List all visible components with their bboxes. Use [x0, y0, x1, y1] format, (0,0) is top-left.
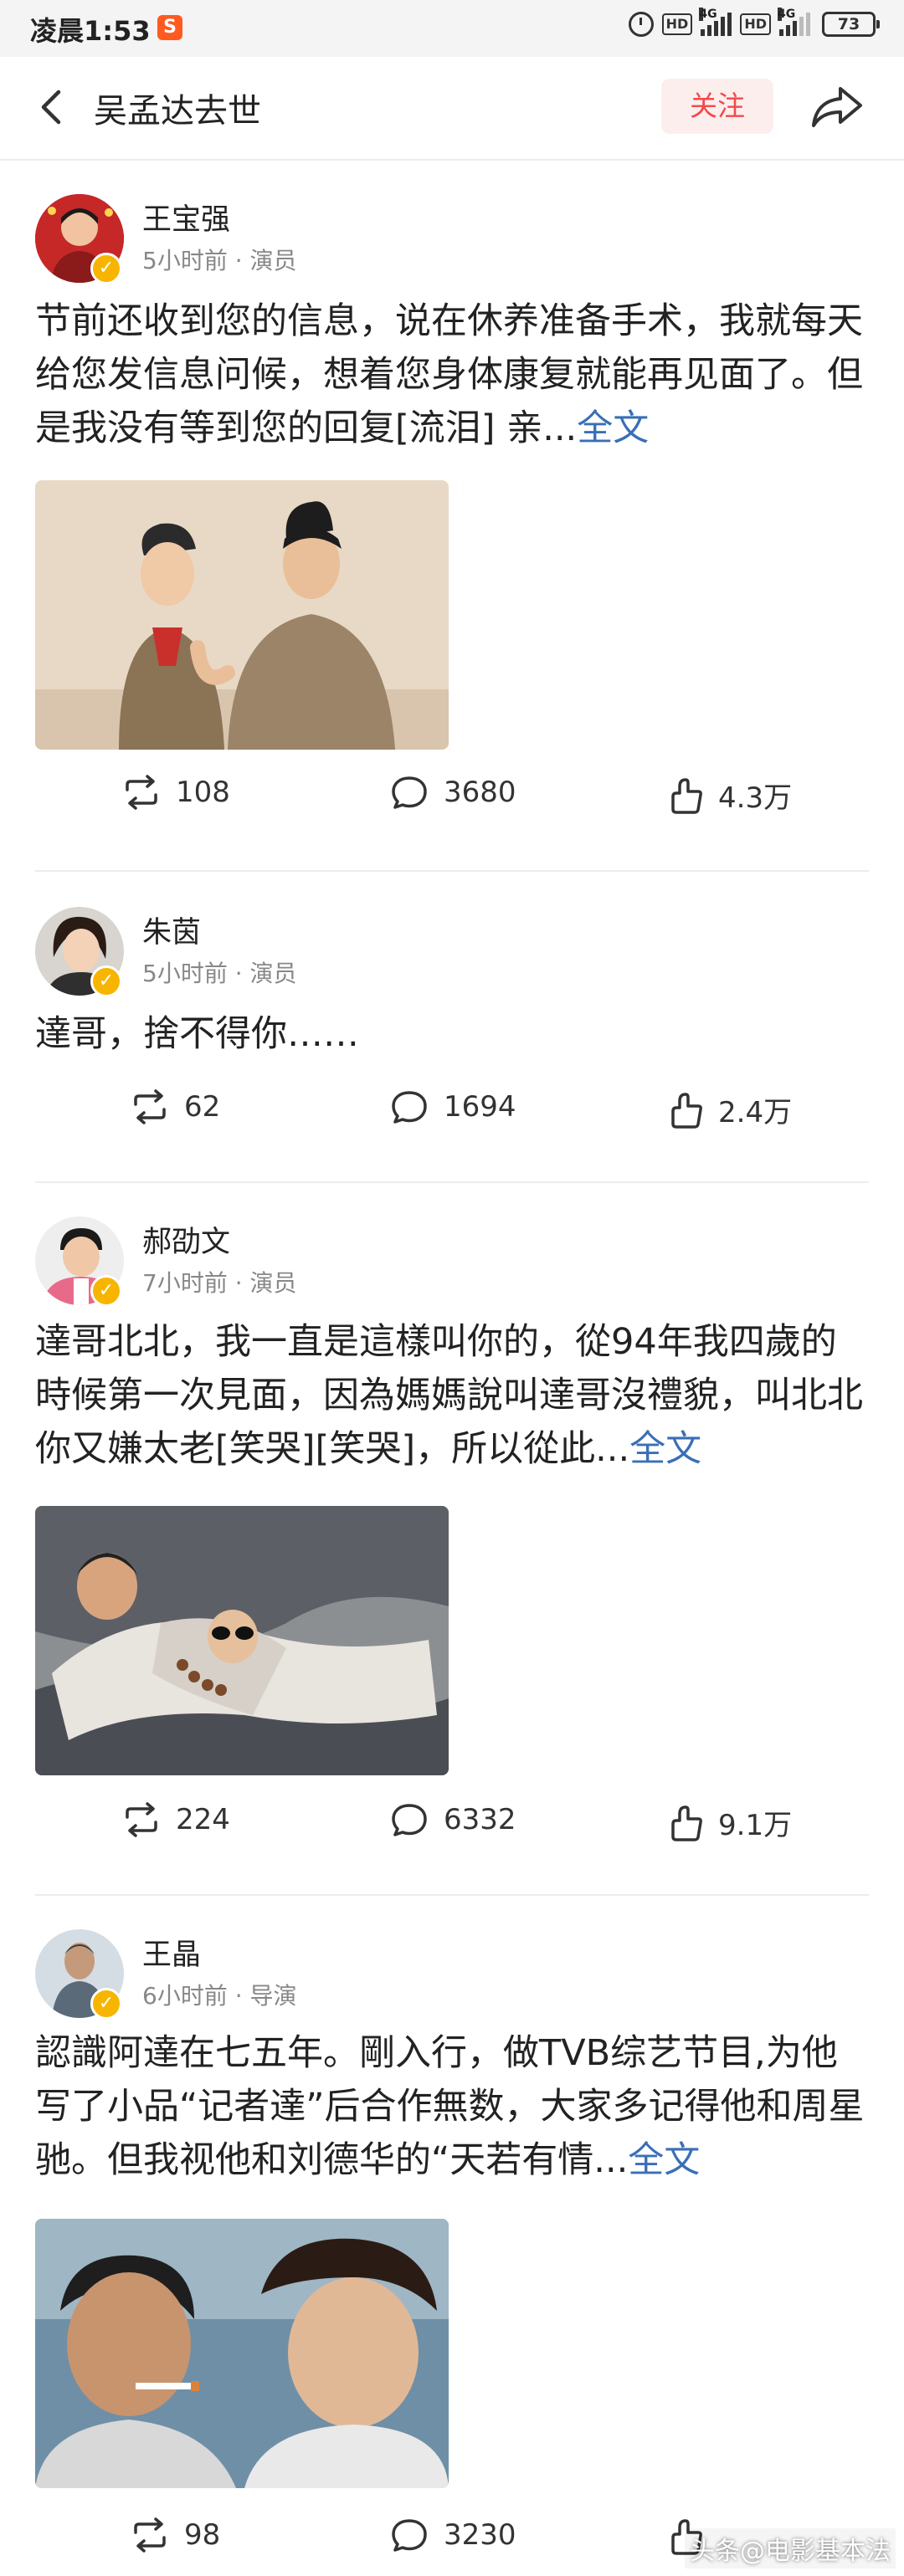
- repost-button[interactable]: 98: [131, 2517, 220, 2553]
- verified-icon: ✓: [90, 1275, 122, 1307]
- comment-count: 3230: [444, 2518, 516, 2552]
- repost-count: 224: [176, 1803, 230, 1836]
- repost-icon: [126, 775, 157, 810]
- repost-button[interactable]: 108: [122, 775, 230, 810]
- post-image[interactable]: [35, 2219, 449, 2488]
- full-text-link[interactable]: 全文: [628, 2139, 700, 2181]
- top-header: 吴孟达去世 关注: [0, 57, 904, 161]
- post-meta: 6小时前 · 导演: [142, 1982, 297, 2010]
- signal-icon: 4G: [699, 8, 732, 36]
- comment-count: 1694: [444, 1090, 516, 1124]
- like-icon: [671, 1805, 702, 1841]
- post-meta: 5小时前 · 演员: [142, 960, 297, 987]
- post-image[interactable]: [35, 1506, 449, 1775]
- battery-icon: 73: [822, 12, 880, 37]
- full-text-link[interactable]: 全文: [629, 1428, 701, 1470]
- post-card: ✓ 郝劭文 7小时前 · 演员 達哥北北，我一直是這樣叫你的，從94年我四歲的時…: [0, 1183, 904, 1894]
- watermark: 头条@电影基本法: [685, 2528, 896, 2568]
- alarm-icon: [628, 12, 654, 37]
- author-name[interactable]: 王晶: [142, 1931, 201, 1974]
- author-name[interactable]: 朱茵: [142, 909, 201, 951]
- comment-count: 3680: [444, 776, 516, 809]
- page-title: 吴孟达去世: [94, 92, 261, 131]
- verified-icon: ✓: [90, 1988, 122, 2020]
- post-meta: 5小时前 · 演员: [142, 247, 297, 274]
- like-count: 2.4万: [718, 1096, 793, 1129]
- action-bar: 62 1694 2.4万: [0, 1089, 904, 1139]
- comment-icon: [392, 776, 427, 809]
- like-button[interactable]: 2.4万: [668, 1089, 792, 1130]
- signal-icon: 4G: [778, 8, 810, 36]
- comment-button[interactable]: 3230: [390, 2517, 516, 2553]
- repost-button[interactable]: 62: [131, 1089, 220, 1124]
- follow-button[interactable]: 关注: [661, 79, 773, 134]
- repost-count: 98: [184, 2518, 221, 2552]
- repost-button[interactable]: 224: [122, 1802, 230, 1837]
- like-count: 9.1万: [718, 1809, 793, 1842]
- full-text-link[interactable]: 全文: [577, 407, 649, 449]
- hd-badge: HD: [661, 13, 693, 35]
- comment-button[interactable]: 1694: [390, 1089, 516, 1124]
- like-count: 4.3万: [718, 781, 793, 815]
- app-notification-icon: S: [157, 15, 182, 40]
- comment-icon: [392, 2519, 427, 2552]
- like-icon: [671, 1092, 702, 1129]
- repost-icon: [134, 1089, 166, 1124]
- author-name[interactable]: 郝劭文: [142, 1218, 230, 1261]
- comment-count: 6332: [444, 1803, 516, 1836]
- hd-badge: HD: [740, 13, 771, 35]
- post-card: ✓ 朱茵 5小时前 · 演员 達哥，捨不得你…… 62 1694 2.4万: [0, 872, 904, 1181]
- post-text[interactable]: 達哥北北，我一直是這樣叫你的，從94年我四歲的時候第一次見面，因為媽媽說叫達哥沒…: [35, 1315, 872, 1476]
- post-meta: 7小时前 · 演员: [142, 1269, 297, 1297]
- post-card: ✓ 王晶 6小时前 · 导演 認識阿達在七五年。剛入行，做TVB综艺节目,为他写…: [0, 1896, 904, 2576]
- status-bar: 凌晨1:53 S HD 4G HD 4G 73: [0, 0, 904, 57]
- post-card: ✓ 王宝强 5小时前 · 演员 节前还收到您的信息，说在休养准备手术，我就每天给…: [0, 159, 904, 870]
- verified-icon: ✓: [90, 965, 122, 997]
- repost-count: 108: [176, 776, 230, 809]
- like-button[interactable]: 4.3万: [668, 775, 792, 816]
- author-name[interactable]: 王宝强: [142, 196, 230, 238]
- action-bar: 108 3680 4.3万: [0, 775, 904, 825]
- share-icon[interactable]: [810, 84, 864, 131]
- comment-button[interactable]: 6332: [390, 1802, 516, 1837]
- like-icon: [671, 777, 702, 814]
- back-icon[interactable]: [30, 85, 74, 129]
- post-text[interactable]: 节前还收到您的信息，说在休养准备手术，我就每天给您发信息问候，想着您身体康复就能…: [35, 294, 872, 455]
- post-image[interactable]: [35, 480, 449, 750]
- like-button[interactable]: 9.1万: [668, 1802, 792, 1843]
- status-time: 凌晨1:53: [30, 15, 151, 47]
- post-text[interactable]: 達哥，捨不得你……: [35, 1007, 872, 1061]
- repost-icon: [134, 2517, 166, 2553]
- comment-icon: [392, 1804, 427, 1836]
- repost-icon: [126, 1802, 157, 1837]
- repost-count: 62: [184, 1090, 221, 1124]
- verified-icon: ✓: [90, 253, 122, 284]
- post-text[interactable]: 認識阿達在七五年。剛入行，做TVB综艺节目,为他写了小品“记者達”后合作無数，大…: [35, 2026, 872, 2187]
- comment-button[interactable]: 3680: [390, 775, 516, 810]
- status-indicators: HD 4G HD 4G 73: [628, 8, 880, 37]
- action-bar: 224 6332 9.1万: [0, 1802, 904, 1852]
- comment-icon: [392, 1091, 427, 1124]
